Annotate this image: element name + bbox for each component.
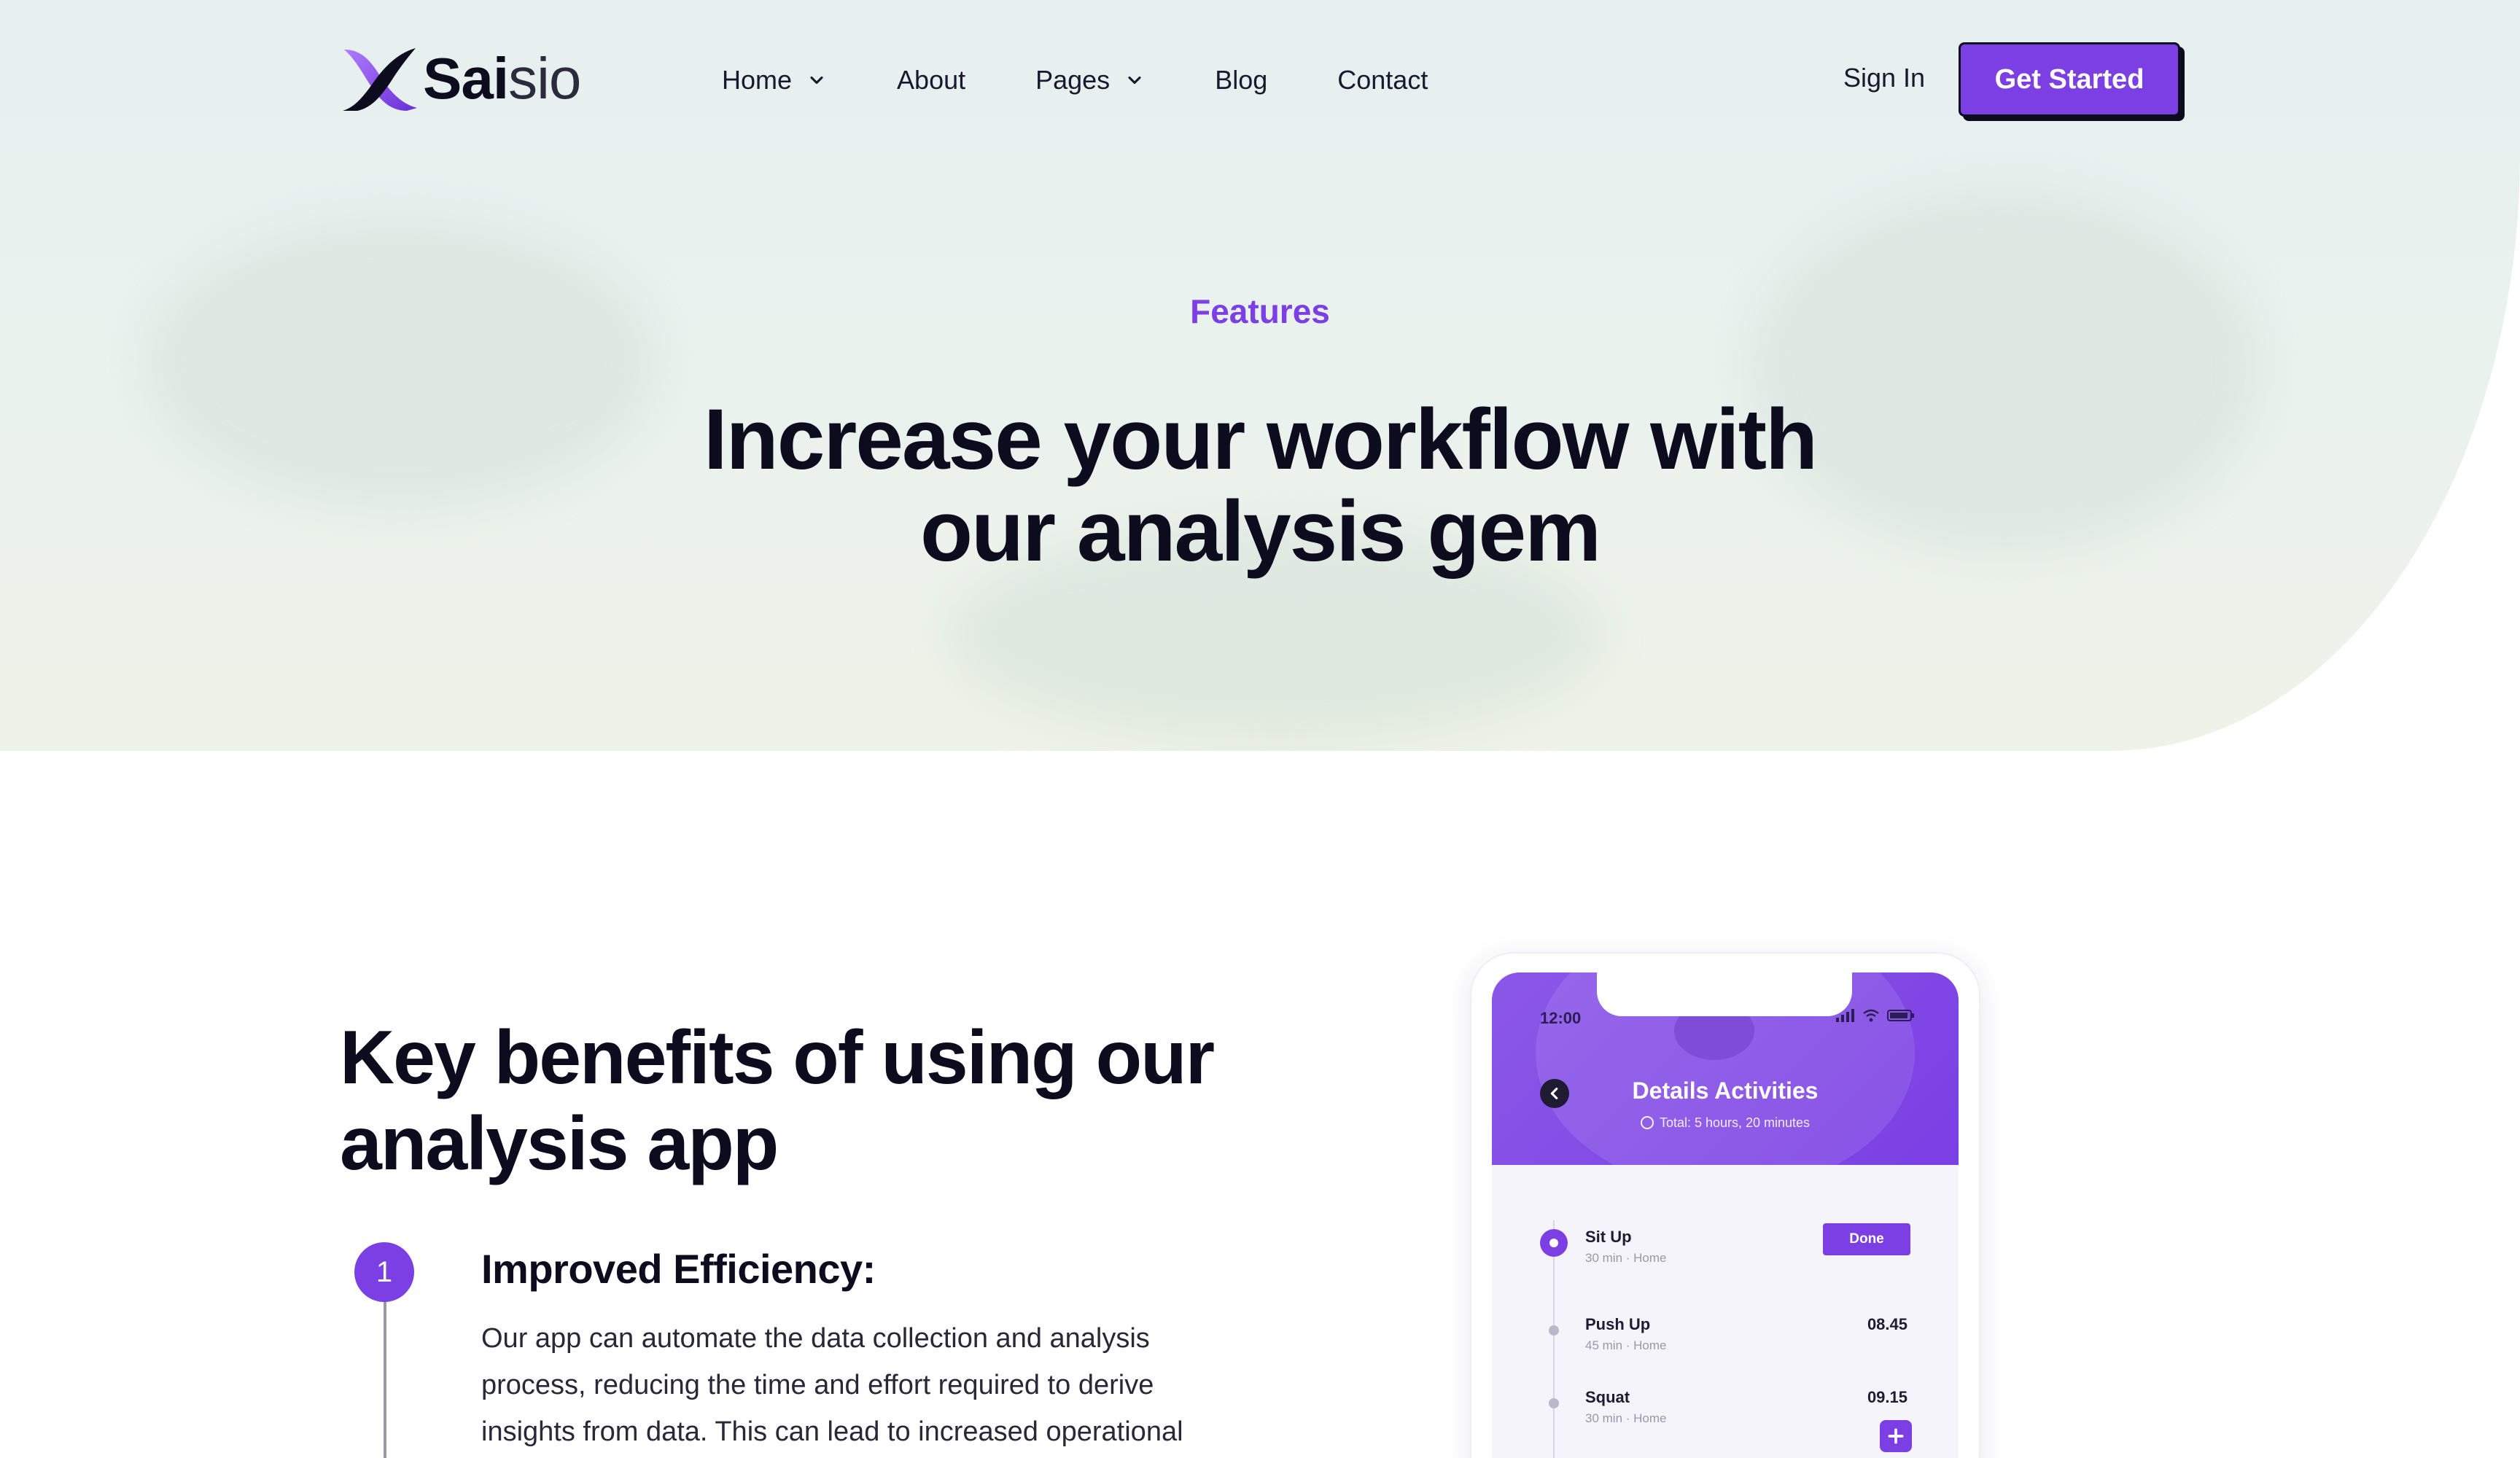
nav-contact-label: Contact — [1337, 65, 1428, 95]
nav-blog-label: Blog — [1215, 65, 1268, 95]
main-menu: Home About Pages Blog Contact — [722, 57, 1498, 104]
saisio-logo-icon — [343, 48, 417, 111]
hero-title: Increase your workflow with our analysis… — [0, 394, 2520, 577]
activity-meta: 45 min · Home — [1585, 1338, 1667, 1352]
done-button[interactable]: Done — [1823, 1223, 1910, 1255]
activity-item[interactable]: Push Up 45 min · Home 08.45 — [1492, 1315, 1959, 1373]
activity-name: Sit Up — [1585, 1228, 1632, 1246]
benefits-title: Key benefits of using our analysis app — [340, 1015, 1288, 1187]
activity-time: 08.45 — [1867, 1315, 1908, 1333]
nav-about[interactable]: About — [897, 65, 965, 95]
step-number-badge: 1 — [354, 1242, 414, 1302]
activity-meta: 30 min · Home — [1585, 1411, 1667, 1425]
phone-notch — [1597, 972, 1852, 1016]
phone-status-icons — [1836, 1009, 1915, 1022]
benefits-title-line-2: analysis app — [340, 1102, 779, 1186]
nav-home[interactable]: Home — [722, 65, 827, 95]
features-eyebrow: Features — [1190, 292, 1330, 330]
nav-pages-label: Pages — [1035, 65, 1111, 95]
nav-about-label: About — [897, 65, 966, 95]
brand-name: Saisio — [423, 46, 581, 111]
get-started-button[interactable]: Get Started — [1959, 42, 2180, 117]
hero-title-line-1: Increase your workflow with — [703, 391, 1818, 488]
brand-logo[interactable]: Saisio — [340, 42, 581, 115]
phone-screen: 12:00 Details Activities Total: 5 hours,… — [1492, 972, 1959, 1458]
clock-icon — [1640, 1116, 1654, 1129]
step-description: Our app can automate the data collection… — [481, 1323, 1183, 1447]
activity-dot — [1549, 1325, 1559, 1336]
add-activity-button[interactable] — [1880, 1420, 1912, 1452]
phone-subtitle: Total: 5 hours, 20 minutes — [1492, 1115, 1959, 1131]
phone-subtitle-text: Total: 5 hours, 20 minutes — [1659, 1115, 1811, 1130]
activity-meta: 30 min · Home — [1585, 1251, 1667, 1265]
nav-pages[interactable]: Pages — [1035, 65, 1145, 95]
benefits-title-line-1: Key benefits of using our — [340, 1015, 1215, 1100]
chevron-down-icon — [1128, 76, 1141, 85]
activity-dot-active — [1540, 1229, 1568, 1257]
wifi-icon — [1863, 1009, 1879, 1022]
nav-home-label: Home — [722, 65, 793, 95]
nav-contact[interactable]: Contact — [1337, 65, 1428, 95]
phone-status-time: 12:00 — [1540, 1009, 1582, 1027]
top-navigation: Saisio Home About Pages Blog Contact Sig… — [0, 0, 2520, 160]
plus-icon — [1888, 1428, 1904, 1444]
activity-time: 09.15 — [1867, 1388, 1908, 1406]
chevron-down-icon — [810, 76, 823, 85]
hero-title-line-2: our analysis gem — [919, 483, 1601, 580]
battery-icon — [1887, 1010, 1914, 1021]
activity-name: Squat — [1585, 1388, 1630, 1406]
phone-title: Details Activities — [1632, 1077, 1819, 1104]
activity-dot — [1549, 1398, 1559, 1408]
activity-name: Push Up — [1585, 1315, 1651, 1333]
activity-item[interactable]: Sit Up 30 min · Home Done — [1492, 1223, 1959, 1286]
nav-blog[interactable]: Blog — [1215, 65, 1267, 95]
step-title: Improved Efficiency: — [481, 1246, 876, 1292]
sign-in-link[interactable]: Sign In — [1843, 63, 1925, 93]
step-connector-line — [384, 1302, 386, 1458]
